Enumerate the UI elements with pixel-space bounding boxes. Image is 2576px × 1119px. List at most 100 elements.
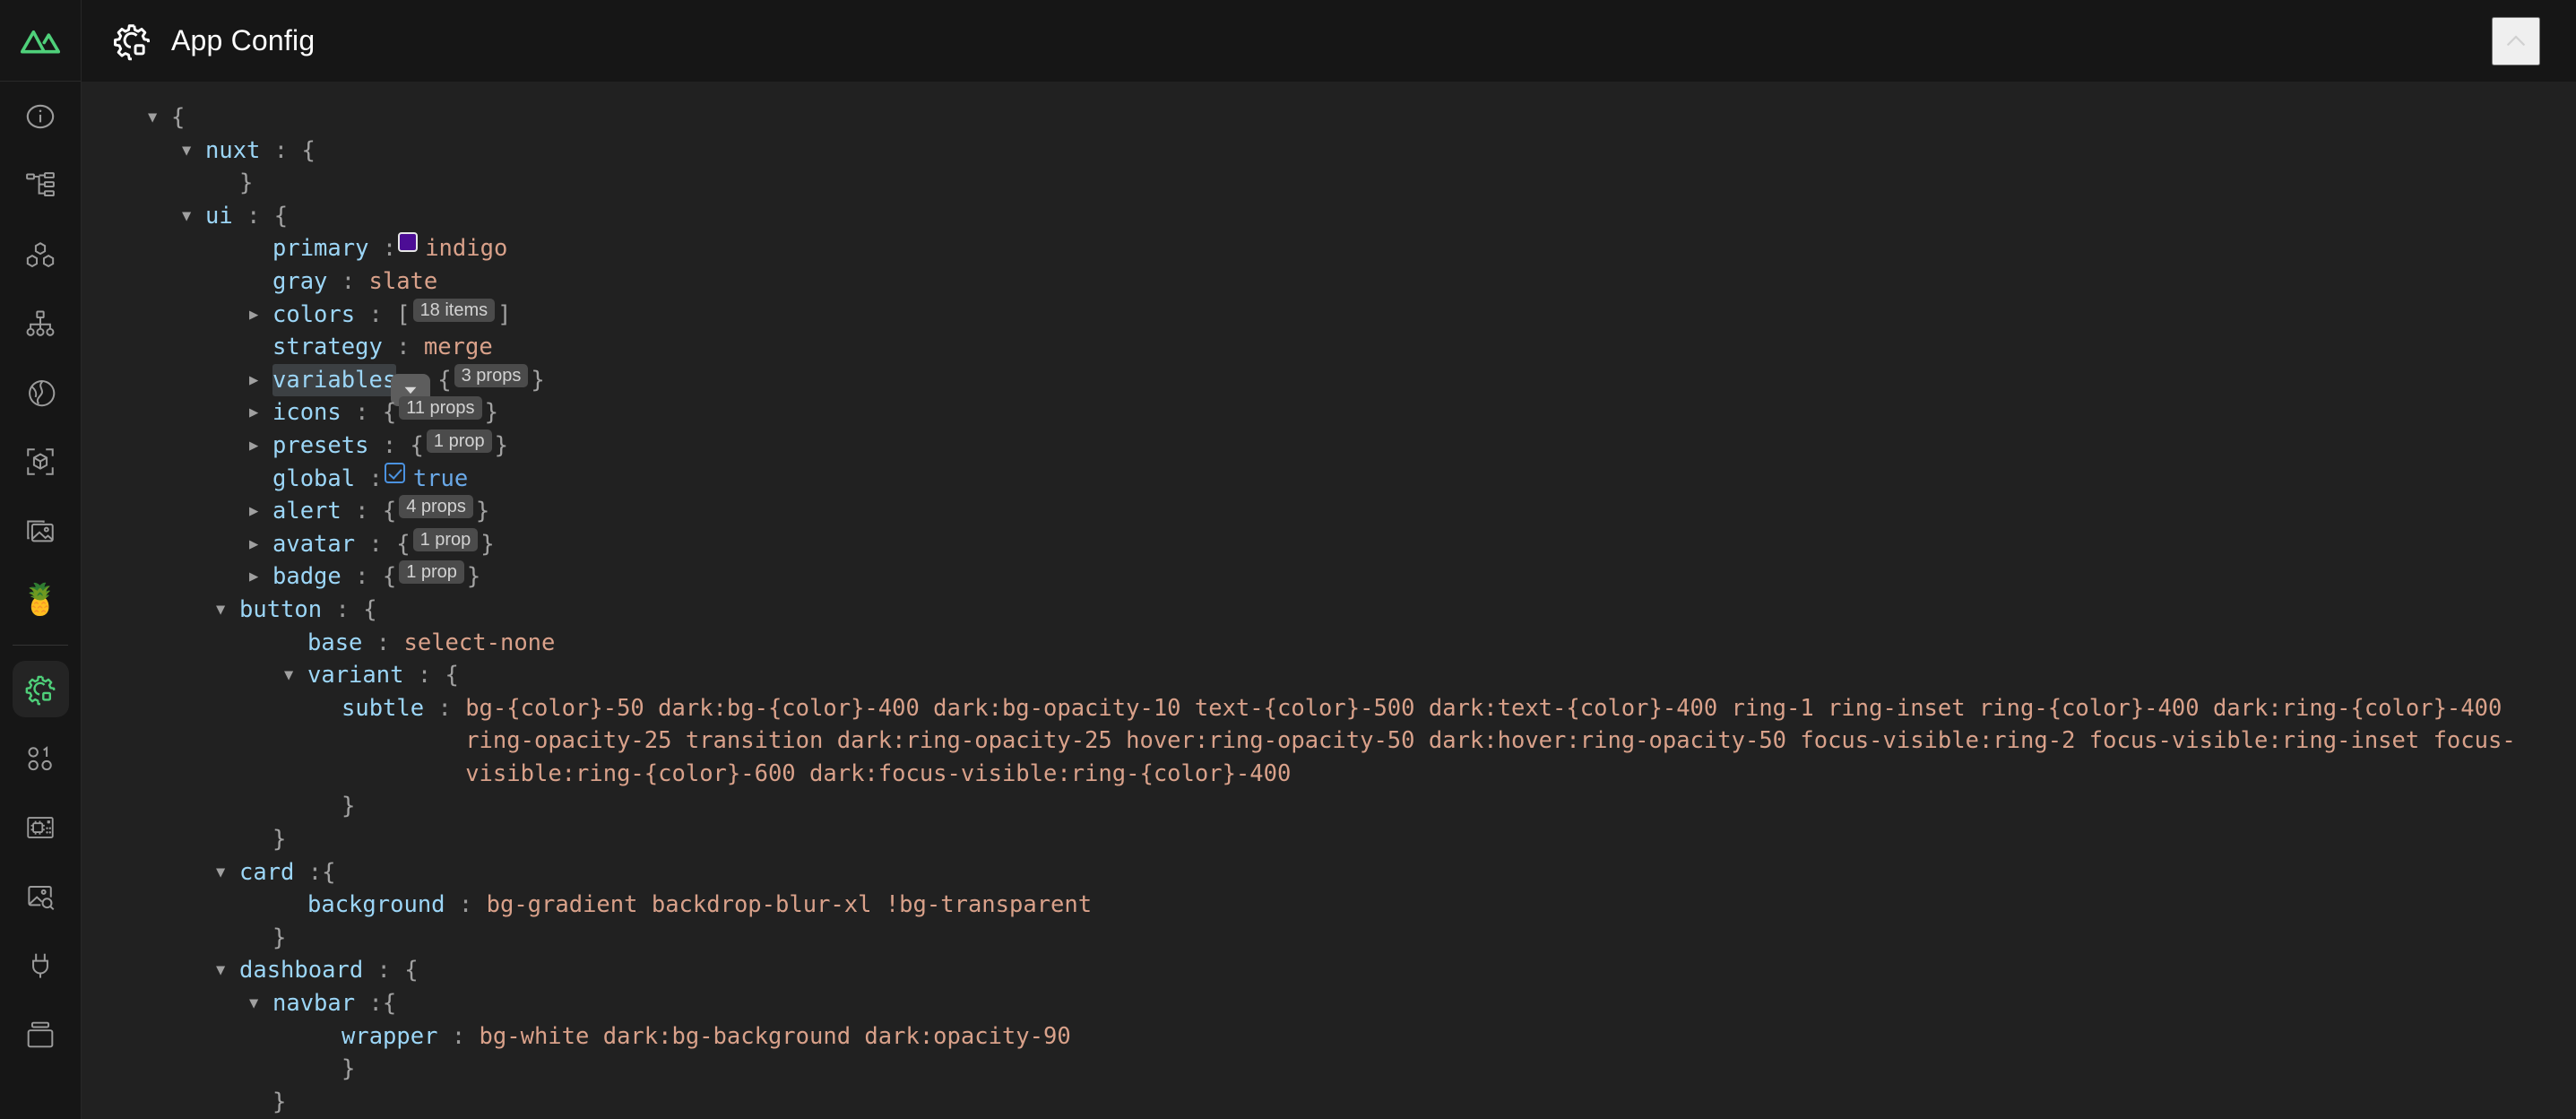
- tree-value-gray: slate: [368, 267, 438, 295]
- tree-row-strategy[interactable]: ▼ strategy : merge: [82, 331, 2576, 364]
- tree-row-navbar[interactable]: ▼ navbar : {: [82, 987, 2576, 1020]
- tree-row-base[interactable]: ▼ base : select-none: [82, 627, 2576, 660]
- tree-row-badge[interactable]: ▶ badge : { 1 prop }: [82, 560, 2576, 594]
- tree-row-avatar[interactable]: ▶ avatar : { 1 prop }: [82, 527, 2576, 561]
- tree-row-gray[interactable]: ▼ gray : slate: [82, 265, 2576, 299]
- sidebar-secondary-group: [0, 655, 81, 1069]
- tree-row-navbar-close: ▼ }: [82, 1053, 2576, 1086]
- tree-row-colors[interactable]: ▶ colors : [ 18 items ]: [82, 298, 2576, 332]
- colon: :: [246, 202, 261, 230]
- tree-row-nuxt-close: ▼ }: [82, 167, 2576, 200]
- gear-icon: [112, 22, 151, 61]
- sidebar-item-app-config[interactable]: [12, 661, 69, 717]
- tree-row-icons[interactable]: ▶ icons : { 11 props }: [82, 396, 2576, 429]
- chevron-down-icon[interactable]: ▼: [249, 987, 272, 1020]
- tree-key-colors: colors: [272, 300, 356, 328]
- chevron-right-icon[interactable]: ▶: [249, 560, 272, 594]
- tree-key-background: background: [307, 891, 445, 919]
- props-count-badge: 3 props: [454, 363, 529, 387]
- colon: :: [382, 235, 397, 263]
- chevron-down-icon[interactable]: ▼: [148, 101, 171, 134]
- sidebar-item-pages[interactable]: [13, 157, 69, 213]
- chevron-down-icon[interactable]: ▼: [182, 134, 205, 168]
- tree-row-dashboard[interactable]: ▼ dashboard : {: [82, 954, 2576, 987]
- cube-icon: [25, 447, 56, 477]
- app-config-json-tree[interactable]: ▼ { ▼ nuxt : { ▼ } ▼ ui : {: [82, 82, 2576, 1119]
- chevron-down-icon[interactable]: ▼: [216, 954, 239, 987]
- tree-row-nuxt[interactable]: ▼ nuxt : {: [82, 134, 2576, 168]
- tree-row-ui[interactable]: ▼ ui : {: [82, 200, 2576, 233]
- chip-icon: [25, 812, 56, 843]
- sidebar-item-payload[interactable]: [13, 799, 69, 855]
- components-icon: [25, 239, 56, 270]
- devtools-window: 🍍 App Config ▼ {▼ nuxt: {} ▼ ui: {p…: [0, 0, 2576, 1119]
- tree-row-button-close: ▼ }: [82, 823, 2576, 856]
- colon: :: [396, 334, 411, 361]
- tree-row-alert[interactable]: ▶ alert : { 4 props }: [82, 495, 2576, 528]
- tree-row-variables[interactable]: ▶ variables : { 3 props }: [82, 363, 2576, 406]
- sidebar-item-imports[interactable]: [13, 295, 69, 351]
- chevron-right-icon[interactable]: ▶: [249, 364, 272, 397]
- sidebar-item-plugins[interactable]: [13, 937, 69, 993]
- sidebar-item-components[interactable]: [13, 226, 69, 282]
- colon: :: [451, 1022, 466, 1050]
- chevron-right-icon[interactable]: ▶: [249, 396, 272, 429]
- tree-row-button[interactable]: ▼ button : {: [82, 594, 2576, 627]
- tree-key-ui: ui: [205, 202, 233, 230]
- sidebar-item-runtime-configs[interactable]: [13, 730, 69, 786]
- tree-row-variant[interactable]: ▼ variant : {: [82, 659, 2576, 692]
- tree-row-card[interactable]: ▼ card : {: [82, 856, 2576, 889]
- sidebar-item-open-graph[interactable]: [13, 868, 69, 924]
- colon: :: [368, 464, 383, 492]
- tree-key-strategy: strategy: [272, 334, 383, 361]
- chevron-down-icon[interactable]: ▼: [216, 856, 239, 889]
- tree-row-primary[interactable]: ▼ primary : indigo: [82, 232, 2576, 265]
- chevron-right-icon[interactable]: ▶: [249, 429, 272, 463]
- close-brace: }: [272, 1088, 287, 1115]
- colon: :: [307, 858, 323, 886]
- chevron-down-icon[interactable]: ▼: [284, 659, 307, 692]
- tree-value-primary: indigo: [425, 235, 508, 263]
- tree-row-card-close: ▼ }: [82, 922, 2576, 955]
- gear-icon: [24, 673, 56, 706]
- tree-key-subtle: subtle: [341, 694, 425, 722]
- sidebar-item-terminals[interactable]: [13, 1006, 69, 1063]
- chevron-down-icon[interactable]: ▼: [216, 594, 239, 627]
- tree-row-root[interactable]: ▼ {: [82, 101, 2576, 134]
- tree-row-presets[interactable]: ▶ presets : { 1 prop }: [82, 429, 2576, 463]
- chevron-right-icon[interactable]: ▶: [249, 299, 272, 332]
- tree-row-subtle[interactable]: ▼ subtle : bg-{color}-50 dark:bg-{color}…: [82, 692, 2576, 791]
- chevron-right-icon[interactable]: ▶: [249, 528, 272, 561]
- sidebar-item-overview[interactable]: [13, 88, 69, 144]
- close-brace: }: [341, 793, 356, 820]
- colon: :: [335, 595, 350, 623]
- chevron-right-icon[interactable]: ▶: [249, 495, 272, 528]
- nuxt-logo[interactable]: [0, 0, 81, 82]
- sidebar-item-pinia[interactable]: 🍍: [13, 571, 69, 628]
- tree-key-avatar: avatar: [272, 530, 356, 558]
- props-count-badge: 1 prop: [399, 560, 464, 585]
- sidebar-item-assets[interactable]: [13, 502, 69, 559]
- tree-key-base: base: [307, 629, 363, 656]
- boolean-checkbox[interactable]: [384, 462, 405, 483]
- tree-row-global[interactable]: ▼ global : true: [82, 462, 2576, 496]
- color-swatch: [398, 232, 419, 253]
- collapse-panel-button[interactable]: [2492, 16, 2540, 65]
- sidebar-item-server-routes[interactable]: [13, 364, 69, 421]
- tree-row-wrapper[interactable]: ▼ wrapper : bg-white dark:bg-background …: [82, 1020, 2576, 1054]
- close-brace: }: [466, 563, 481, 591]
- open-brace: {: [382, 498, 397, 525]
- colon: :: [437, 694, 452, 722]
- open-brace: {: [273, 202, 289, 230]
- sidebar-item-modules[interactable]: [13, 433, 69, 490]
- colon: :: [273, 136, 289, 164]
- tree-value-global: true: [412, 464, 469, 492]
- colon: :: [417, 662, 432, 690]
- tree-row-background[interactable]: ▼ background : bg-gradient backdrop-blur…: [82, 889, 2576, 922]
- sidebar-primary-group: 🍍: [0, 82, 81, 634]
- info-icon: [25, 101, 56, 132]
- tree-key-dashboard: dashboard: [239, 957, 364, 985]
- tree-key-icons: icons: [272, 399, 341, 427]
- open-brace: {: [382, 399, 397, 427]
- chevron-down-icon[interactable]: ▼: [182, 200, 205, 233]
